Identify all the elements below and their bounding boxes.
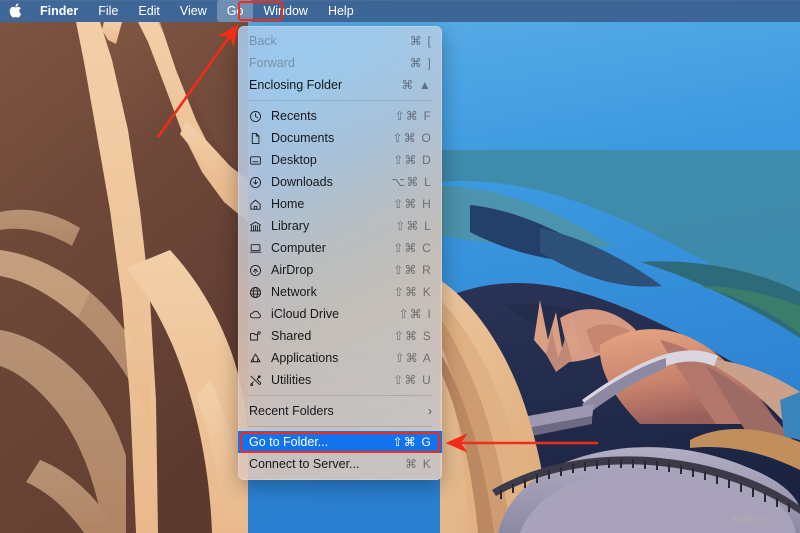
menu-item-label: Forward: [249, 56, 295, 70]
menu-item-back: Back ⌘ [: [238, 30, 442, 52]
home-icon: [249, 197, 268, 211]
menu-item-airdrop[interactable]: AirDrop ⇧⌘ R: [238, 259, 442, 281]
menu-item-shortcut: ⌘ ]: [409, 56, 432, 70]
menu-item-shortcut: ⌥⌘ L: [391, 175, 432, 189]
menu-item-label: iCloud Drive: [271, 307, 340, 321]
menu-separator: [248, 100, 432, 101]
menu-item-label: Connect to Server...: [249, 457, 360, 471]
menu-item-shortcut: ⇧⌘ K: [393, 285, 432, 299]
menu-item-downloads[interactable]: Downloads ⌥⌘ L: [238, 171, 442, 193]
menu-item-shortcut: ⇧⌘ A: [394, 351, 432, 365]
menu-item-label: Applications: [271, 351, 339, 365]
downloads-icon: [249, 175, 268, 189]
chevron-right-icon: ›: [428, 404, 432, 418]
menu-item-shortcut: ⇧⌘ S: [393, 329, 432, 343]
utilities-icon: [249, 373, 268, 387]
menu-item-documents[interactable]: Documents ⇧⌘ O: [238, 127, 442, 149]
apple-logo-icon[interactable]: [0, 3, 30, 19]
menubar-item-finder[interactable]: Finder: [30, 0, 88, 22]
menu-item-label: Home: [271, 197, 305, 211]
menu-item-go-to-folder[interactable]: Go to Folder... ⇧⌘ G: [238, 431, 442, 453]
shared-folder-icon: [249, 329, 268, 343]
menu-item-shared[interactable]: Shared ⇧⌘ S: [238, 325, 442, 347]
cloud-icon: [249, 307, 268, 321]
applications-icon: [249, 351, 268, 365]
menu-item-shortcut: ⇧⌘ C: [393, 241, 432, 255]
menu-item-shortcut: ⇧⌘ H: [393, 197, 432, 211]
menu-separator: [248, 426, 432, 427]
menubar-item-window[interactable]: Window: [253, 0, 317, 22]
menubar-item-file[interactable]: File: [88, 0, 128, 22]
menu-item-label: Network: [271, 285, 317, 299]
menu-item-label: Downloads: [271, 175, 333, 189]
menu-item-shortcut: ⇧⌘ I: [398, 307, 432, 321]
menubar-item-view[interactable]: View: [170, 0, 217, 22]
menu-item-shortcut: ⇧⌘ U: [393, 373, 432, 387]
menu-item-connect-to-server[interactable]: Connect to Server... ⌘ K: [238, 453, 442, 475]
menu-item-recents[interactable]: Recents ⇧⌘ F: [238, 105, 442, 127]
menu-item-shortcut: ⇧⌘ O: [392, 131, 432, 145]
menu-item-home[interactable]: Home ⇧⌘ H: [238, 193, 442, 215]
menu-item-label: Library: [271, 219, 310, 233]
menu-item-shortcut: ⇧⌘ D: [393, 153, 432, 167]
menu-item-label: Utilities: [271, 373, 312, 387]
menu-item-label: Documents: [271, 131, 335, 145]
menu-bar: Finder File Edit View Go Window Help: [0, 0, 800, 22]
menu-item-shortcut: ⇧⌘ F: [394, 109, 432, 123]
menu-item-label: Desktop: [271, 153, 317, 167]
menu-separator: [248, 395, 432, 396]
menu-item-label: Recent Folders: [249, 404, 334, 418]
menu-item-desktop[interactable]: Desktop ⇧⌘ D: [238, 149, 442, 171]
menu-item-label: Go to Folder...: [249, 435, 329, 449]
go-dropdown-menu[interactable]: Back ⌘ [ Forward ⌘ ] Enclosing Folder ⌘ ▲ Rece…: [238, 26, 442, 480]
desktop-icon: [249, 153, 268, 167]
network-icon: [249, 285, 268, 299]
menu-item-enclosing-folder[interactable]: Enclosing Folder ⌘ ▲: [238, 74, 442, 96]
menubar-item-edit[interactable]: Edit: [128, 0, 170, 22]
watermark-text: wsadch.com: [730, 516, 770, 523]
menubar-item-go[interactable]: Go: [216, 0, 254, 22]
menu-item-shortcut: ⌘ ▲: [401, 78, 432, 92]
document-icon: [249, 131, 268, 145]
menu-item-label: Recents: [271, 109, 317, 123]
menu-item-shortcut: ⇧⌘ L: [395, 219, 432, 233]
menu-item-icloud-drive[interactable]: iCloud Drive ⇧⌘ I: [238, 303, 442, 325]
menu-item-library[interactable]: Library ⇧⌘ L: [238, 215, 442, 237]
menu-item-shortcut: ⌘ K: [405, 457, 432, 471]
menu-item-recent-folders[interactable]: Recent Folders ›: [238, 400, 442, 422]
menu-item-label: Enclosing Folder: [249, 78, 343, 92]
clock-icon: [249, 109, 268, 123]
menu-item-network[interactable]: Network ⇧⌘ K: [238, 281, 442, 303]
computer-icon: [249, 241, 268, 255]
menubar-item-help[interactable]: Help: [318, 0, 364, 22]
menu-item-utilities[interactable]: Utilities ⇧⌘ U: [238, 369, 442, 391]
library-icon: [249, 219, 268, 233]
menu-item-label: Computer: [271, 241, 326, 255]
airdrop-icon: [249, 263, 268, 277]
menu-item-shortcut: ⇧⌘ R: [393, 263, 432, 277]
menu-item-label: AirDrop: [271, 263, 314, 277]
menu-item-shortcut: ⇧⌘ G: [392, 435, 432, 449]
menu-item-label: Back: [249, 34, 277, 48]
menu-item-computer[interactable]: Computer ⇧⌘ C: [238, 237, 442, 259]
menu-item-applications[interactable]: Applications ⇧⌘ A: [238, 347, 442, 369]
menu-item-shortcut: ⌘ [: [409, 34, 432, 48]
menu-item-forward: Forward ⌘ ]: [238, 52, 442, 74]
menu-item-label: Shared: [271, 329, 312, 343]
